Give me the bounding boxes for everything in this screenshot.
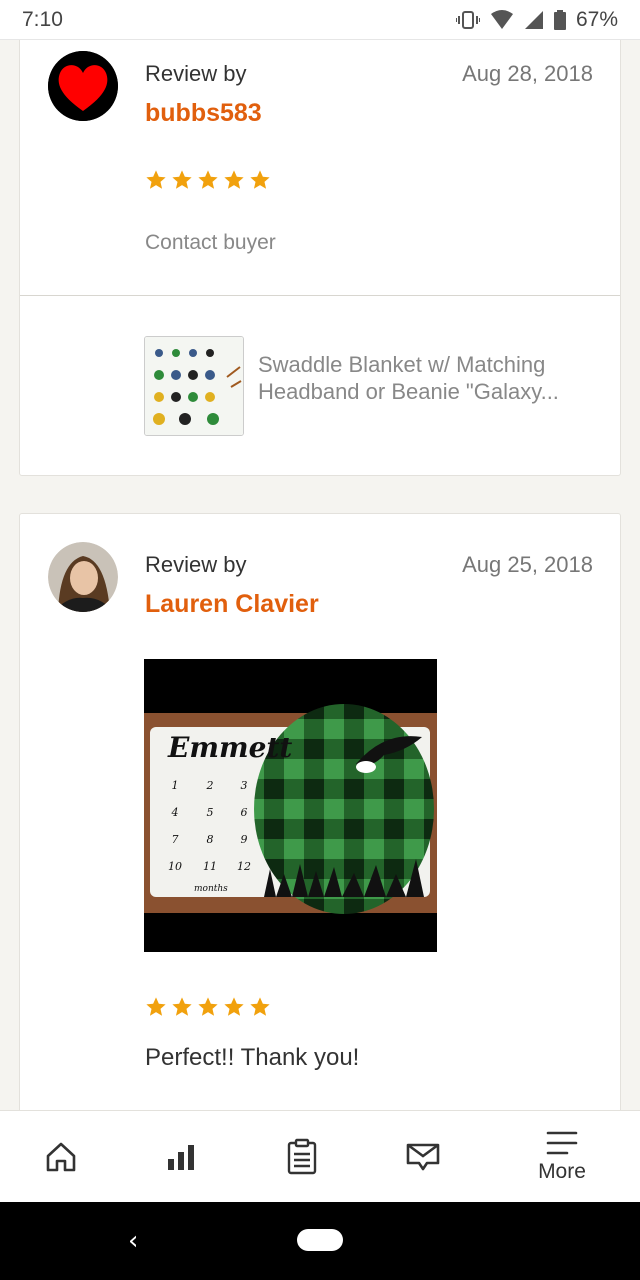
battery-level: 67% xyxy=(575,7,618,31)
item-thumbnail[interactable] xyxy=(144,336,244,436)
photo-month-label: 1 xyxy=(172,779,179,792)
star-icon xyxy=(250,997,270,1016)
bottom-tab-bar: More xyxy=(0,1110,640,1202)
star-icon xyxy=(198,170,218,189)
vibrate-icon xyxy=(455,10,480,30)
tab-messages[interactable] xyxy=(359,1111,487,1203)
heart-avatar-image xyxy=(48,51,118,121)
review-photo[interactable]: Emmett 1 2 3 4 5 6 7 8 9 10 11 12 months xyxy=(144,659,437,952)
star-icon xyxy=(198,997,218,1016)
messages-icon xyxy=(406,1143,440,1171)
review-text: Perfect!! Thank you! xyxy=(145,1044,360,1071)
photo-name-text: Emmett xyxy=(167,731,292,764)
blanket-pattern-image xyxy=(145,337,243,435)
star-icon xyxy=(224,997,244,1016)
star-rating xyxy=(145,996,271,1018)
review-card: Review by Aug 28, 2018 bubbs583 Contact … xyxy=(19,40,621,476)
user-photo-avatar xyxy=(48,542,118,612)
tab-more[interactable]: More xyxy=(498,1111,626,1203)
tab-orders[interactable] xyxy=(238,1111,366,1203)
photo-month-label: 3 xyxy=(241,779,248,792)
card-divider xyxy=(20,295,620,296)
photo-footer-text: months xyxy=(194,884,228,894)
star-icon xyxy=(146,170,166,189)
stats-icon xyxy=(168,1145,194,1170)
photo-month-label: 12 xyxy=(237,860,251,873)
star-icon xyxy=(224,170,244,189)
item-title-link[interactable]: Swaddle Blanket w/ Matching Headband or … xyxy=(258,351,598,405)
reviewer-name-link[interactable]: Lauren Clavier xyxy=(145,590,319,619)
avatar[interactable] xyxy=(48,51,118,121)
star-icon xyxy=(250,170,270,189)
photo-month-label: 10 xyxy=(168,860,182,873)
status-icons: 67% xyxy=(455,7,618,32)
signal-icon xyxy=(524,10,544,30)
photo-month-label: 4 xyxy=(171,806,179,819)
star-icon xyxy=(146,997,166,1016)
system-navigation-bar: ‹ xyxy=(0,1202,640,1280)
review-card: Review by Aug 25, 2018 Lauren Clavier Em… xyxy=(19,513,621,1110)
menu-icon xyxy=(546,1131,578,1155)
review-date: Aug 28, 2018 xyxy=(462,61,593,86)
photo-month-label: 11 xyxy=(203,860,217,873)
photo-month-label: 2 xyxy=(206,779,214,792)
review-by-label: Review by xyxy=(145,552,247,577)
reviewer-name-link[interactable]: bubbs583 xyxy=(145,99,262,128)
contact-buyer-link[interactable]: Contact buyer xyxy=(145,231,276,255)
photo-month-label: 8 xyxy=(207,833,214,846)
star-rating xyxy=(145,169,271,191)
review-by-label: Review by xyxy=(145,61,247,86)
milestone-blanket-image: Emmett 1 2 3 4 5 6 7 8 9 10 11 12 months xyxy=(144,659,437,952)
tab-home[interactable] xyxy=(0,1111,125,1203)
photo-month-label: 7 xyxy=(172,833,179,846)
review-date: Aug 25, 2018 xyxy=(462,552,593,577)
orders-icon xyxy=(287,1138,317,1175)
photo-month-label: 5 xyxy=(207,806,214,819)
photo-month-label: 6 xyxy=(241,806,248,819)
tab-stats[interactable] xyxy=(117,1111,245,1203)
home-icon xyxy=(46,1142,76,1172)
battery-icon xyxy=(553,9,566,30)
photo-month-label: 9 xyxy=(241,833,248,846)
star-icon xyxy=(172,170,192,189)
status-bar: 7:10 67% xyxy=(0,0,640,40)
star-icon xyxy=(172,997,192,1016)
wifi-icon xyxy=(490,9,514,30)
back-icon[interactable]: ‹ xyxy=(128,1226,138,1256)
tab-more-label: More xyxy=(538,1160,586,1183)
avatar[interactable] xyxy=(48,542,118,612)
status-time: 7:10 xyxy=(22,7,63,31)
reviews-list[interactable]: Review by Aug 28, 2018 bubbs583 Contact … xyxy=(0,40,640,1110)
home-pill-button[interactable] xyxy=(297,1229,343,1251)
